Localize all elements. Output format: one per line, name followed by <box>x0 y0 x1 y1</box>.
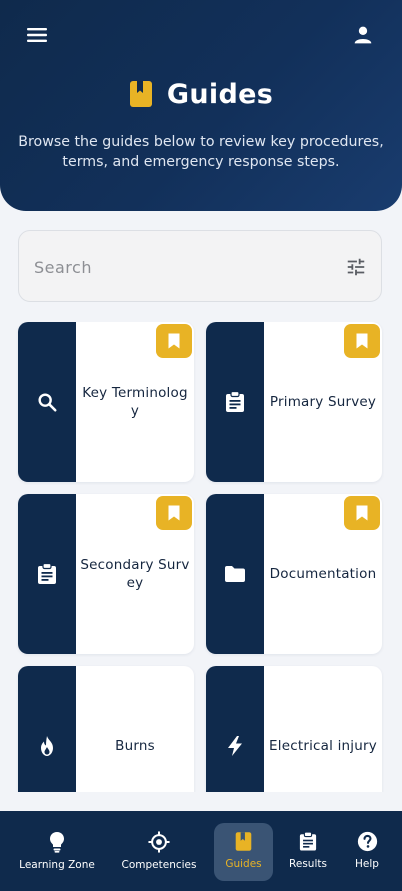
nav-label: Competencies <box>121 859 197 871</box>
bookmark-icon <box>168 333 180 349</box>
page-title-row: Guides <box>0 74 402 114</box>
user-icon <box>354 26 372 44</box>
nav-label: Help <box>355 858 379 870</box>
clipboard-icon <box>38 563 56 584</box>
search-bar <box>18 230 382 302</box>
bookmark-button[interactable] <box>344 496 380 530</box>
lightbulb-icon <box>50 832 64 853</box>
guide-card-burns[interactable]: Burns <box>18 666 194 792</box>
bookmark-icon <box>168 505 180 521</box>
nav-label: Learning Zone <box>19 859 95 871</box>
fire-icon <box>41 736 53 756</box>
filter-button[interactable] <box>345 256 367 278</box>
nav-item-competencies[interactable]: Competencies <box>116 823 202 881</box>
bookmark-button[interactable] <box>156 324 192 358</box>
nav-item-results[interactable]: Results <box>284 823 332 881</box>
guide-card-key-terminology[interactable]: Key Terminology <box>18 322 194 482</box>
card-icon-panel <box>18 322 76 482</box>
menu-icon <box>27 28 47 42</box>
nav-item-guides[interactable]: Guides <box>214 823 273 881</box>
card-icon-panel <box>18 494 76 654</box>
help-icon <box>357 831 377 852</box>
bookmark-button[interactable] <box>156 496 192 530</box>
profile-button[interactable] <box>348 20 378 50</box>
page-title: Guides <box>166 78 274 110</box>
card-icon-panel <box>18 666 76 792</box>
guides-grid: Key Terminology Primary Survey Secondary… <box>0 322 402 792</box>
bottom-navigation: Learning Zone Competencies Guides Result… <box>0 811 402 891</box>
guide-card-label: Burns <box>115 738 155 754</box>
tune-icon <box>347 258 365 276</box>
card-icon-panel <box>206 494 264 654</box>
nav-item-help[interactable]: Help <box>344 823 390 881</box>
menu-button[interactable] <box>22 20 52 50</box>
guide-card-documentation[interactable]: Documentation <box>206 494 382 654</box>
bookmark-button[interactable] <box>344 324 380 358</box>
guide-card-label: Electrical injury <box>269 738 377 754</box>
guide-card-electrical-injury[interactable]: Electrical injury <box>206 666 382 792</box>
nav-label: Guides <box>225 858 262 870</box>
target-icon <box>148 831 170 853</box>
search-icon <box>38 393 57 412</box>
search-input[interactable] <box>34 251 324 283</box>
bolt-icon <box>228 736 242 756</box>
bookmark-icon <box>356 333 368 349</box>
header: Guides Browse the guides below to review… <box>0 0 402 211</box>
guide-card-secondary-survey[interactable]: Secondary Survey <box>18 494 194 654</box>
folder-icon <box>225 566 245 582</box>
card-icon-panel <box>206 666 264 792</box>
book-icon <box>235 832 252 851</box>
nav-item-learning-zone[interactable]: Learning Zone <box>16 823 98 881</box>
guide-card-primary-survey[interactable]: Primary Survey <box>206 322 382 482</box>
nav-label: Results <box>289 858 327 870</box>
bookmark-icon <box>356 505 368 521</box>
clipboard-icon <box>299 831 317 851</box>
clipboard-icon <box>226 391 244 412</box>
page-subtitle: Browse the guides below to review key pr… <box>18 134 384 170</box>
book-icon <box>129 81 152 107</box>
card-icon-panel <box>206 322 264 482</box>
